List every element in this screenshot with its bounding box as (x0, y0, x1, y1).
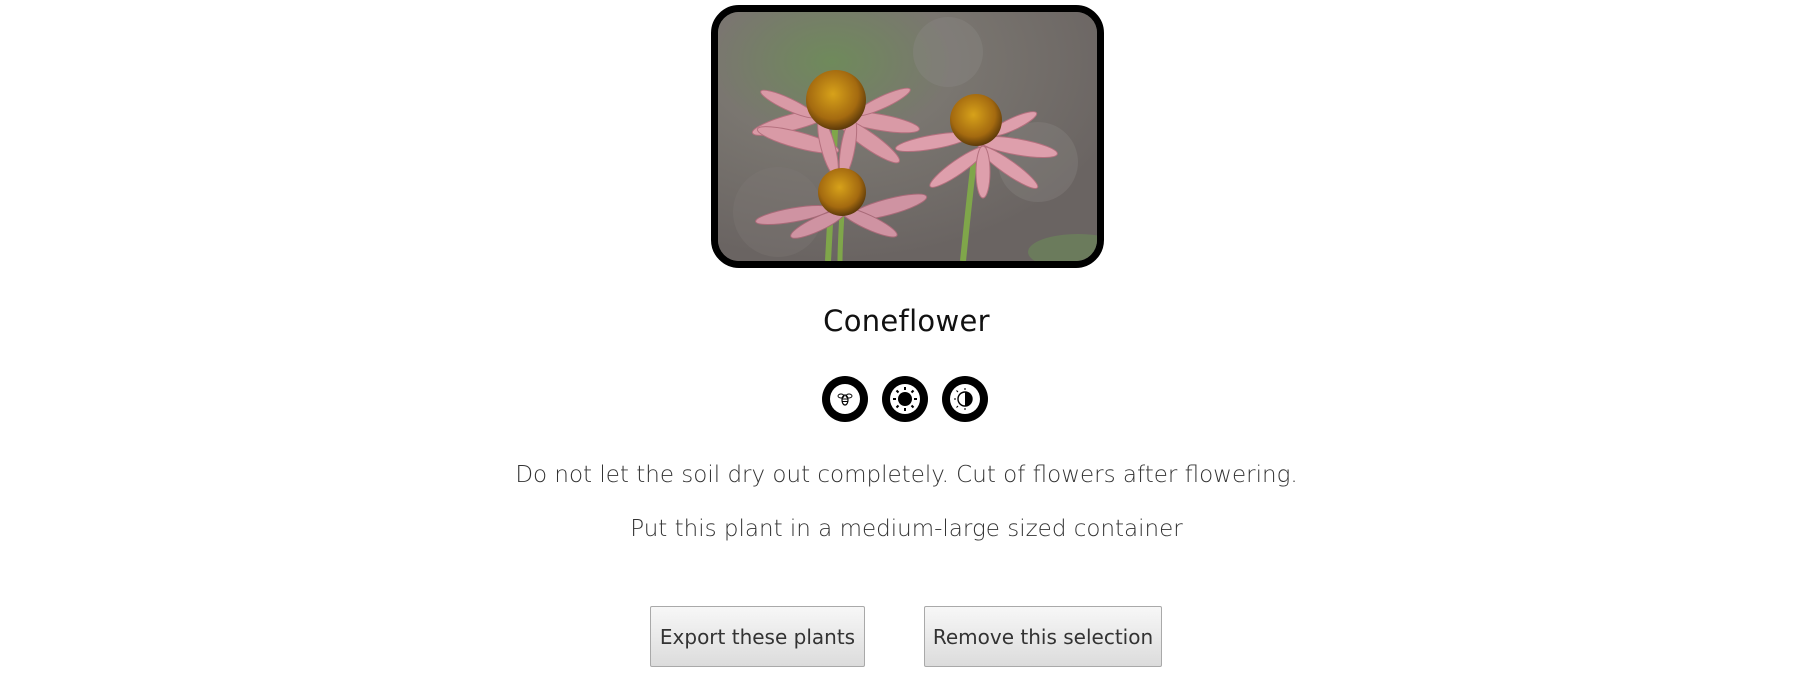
partial-shade-icon (942, 376, 988, 422)
full-sun-icon (882, 376, 928, 422)
care-note: Do not let the soil dry out completely. … (515, 462, 1298, 488)
plant-name: Coneflower (823, 304, 990, 338)
coneflower-image (718, 12, 1097, 261)
plant-photo (711, 5, 1104, 268)
care-icons (822, 376, 988, 422)
plant-detail-page: Coneflower Do not let the soil dry out c… (0, 0, 1813, 695)
pollinator-icon (822, 376, 868, 422)
export-plants-button[interactable]: Export these plants (650, 606, 865, 667)
remove-selection-button[interactable]: Remove this selection (924, 606, 1162, 667)
container-note: Put this plant in a medium-large sized c… (630, 516, 1183, 542)
